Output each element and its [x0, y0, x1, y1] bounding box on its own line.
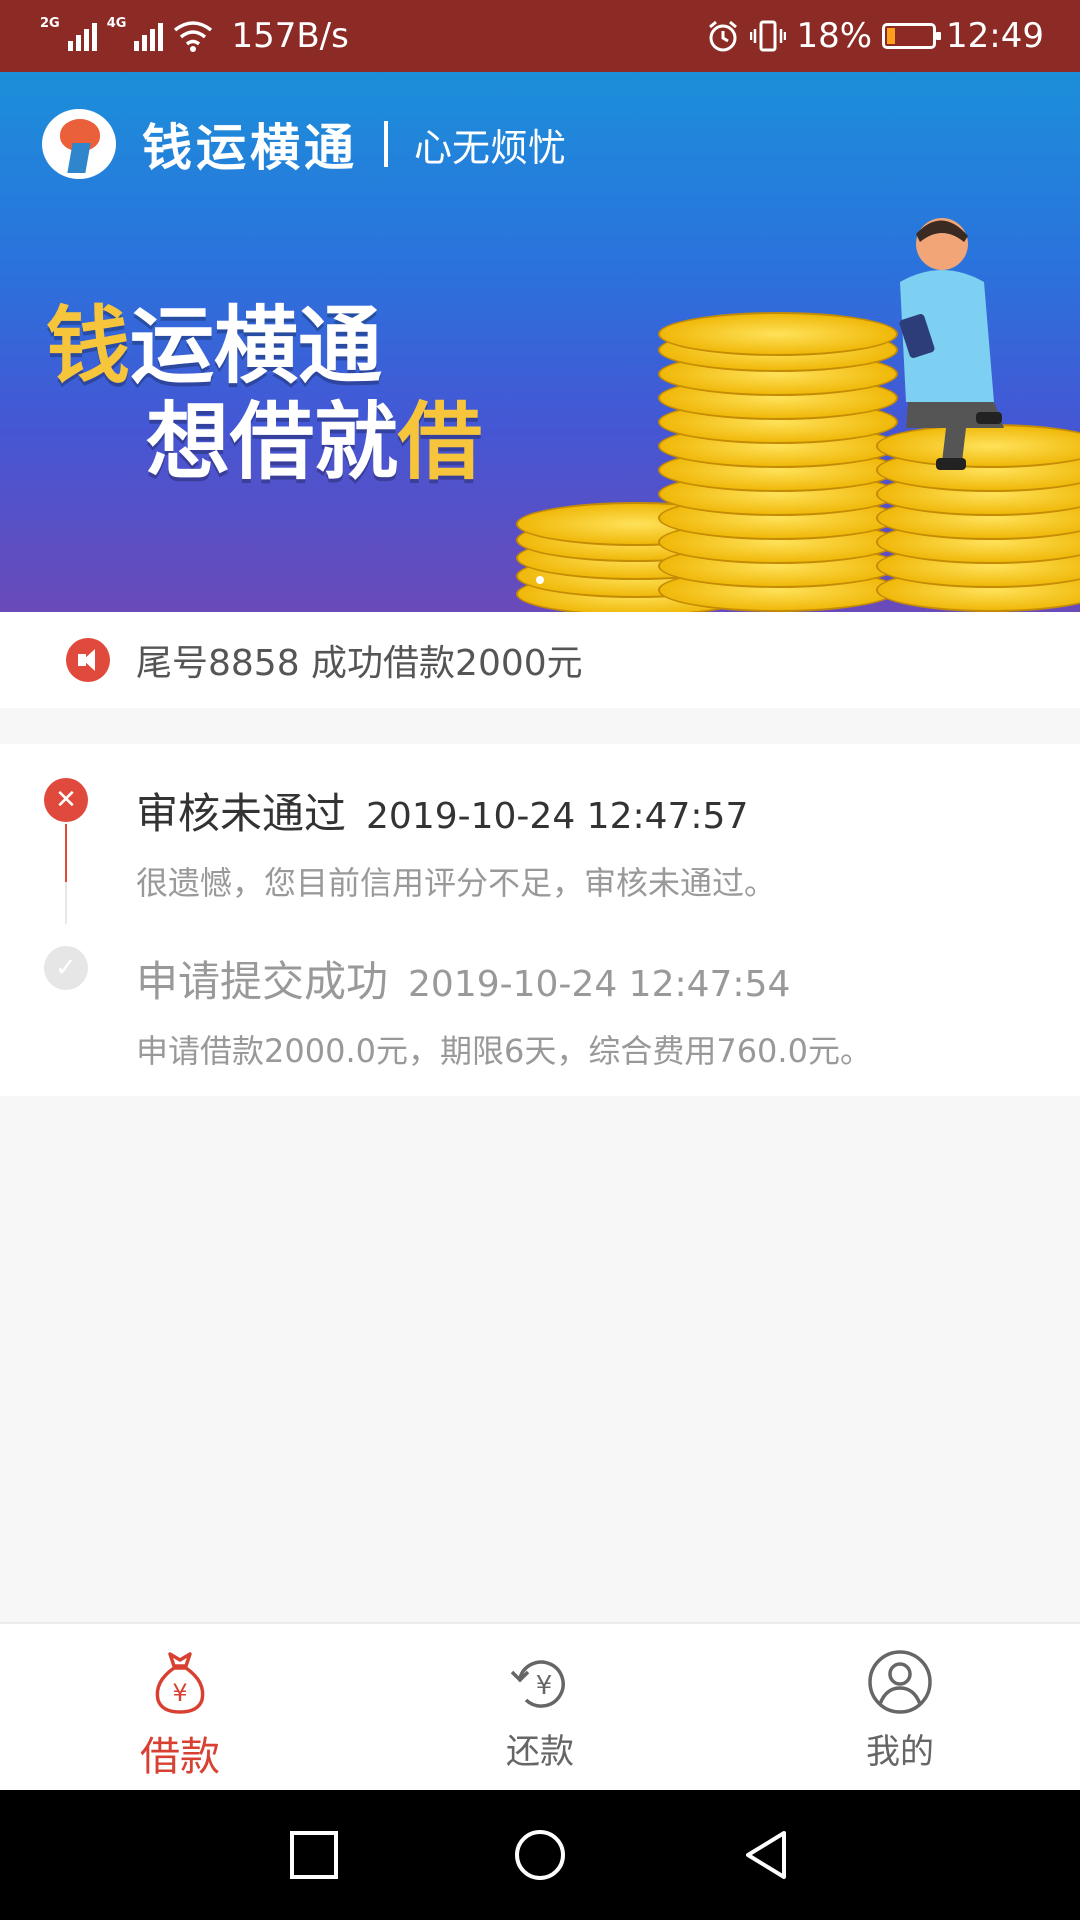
home-button[interactable]: [512, 1827, 568, 1883]
carousel-indicator[interactable]: [536, 576, 544, 584]
notice-bar[interactable]: 尾号8858 成功借款2000元: [0, 612, 1080, 708]
banner-headline: 钱运横通 想借就借: [46, 298, 482, 490]
timeline-title-row: 审核未通过 2019-10-24 12:47:57: [136, 780, 748, 841]
timeline-desc: 申请借款2000.0元，期限6天，综合费用760.0元。: [136, 1032, 872, 1070]
tab-label: 还款: [506, 1732, 574, 1772]
network-type-2: 4G: [106, 16, 127, 31]
headline-2b: 借: [398, 393, 483, 491]
application-timeline: ✕ 审核未通过 2019-10-24 12:47:57 很遗憾，您目前信用评分不…: [0, 744, 1080, 1096]
wifi-icon: [174, 21, 213, 52]
close-icon: ✕: [44, 778, 88, 822]
back-button[interactable]: [738, 1827, 794, 1883]
coin-stack-middle: [658, 312, 898, 612]
status-right: 18% 12:49: [706, 16, 1044, 56]
timeline-time: 2019-10-24 12:47:54: [408, 964, 791, 1005]
promo-banner[interactable]: 钱运横通 心无烦忧 钱运横通 想借就借: [0, 72, 1080, 612]
notice-text: 尾号8858 成功借款2000元: [136, 643, 583, 684]
person-illustration: [899, 218, 1004, 470]
tab-borrow[interactable]: ¥ 借款: [0, 1624, 360, 1790]
timeline-line: [65, 882, 67, 924]
vibrate-icon: [750, 20, 787, 52]
timeline-desc: 很遗憾，您目前信用评分不足，审核未通过。: [136, 864, 777, 902]
brand-header: 钱运横通 心无烦忧: [42, 108, 566, 180]
timeline-line-active: [65, 824, 67, 882]
profile-icon: [868, 1650, 932, 1714]
svg-text:¥: ¥: [536, 1671, 553, 1701]
timeline-title: 审核未通过: [136, 789, 347, 838]
brand-name: 钱运横通: [142, 119, 358, 177]
speaker-icon: [66, 638, 110, 682]
battery-icon: [882, 23, 942, 49]
clock: 12:49: [946, 16, 1044, 56]
signal-icon-2: [134, 21, 164, 51]
status-left: 2G 4G 157B/s: [40, 16, 349, 56]
headline-2a: 想借就: [146, 393, 399, 491]
brand-divider: [384, 121, 388, 167]
alarm-icon: [709, 20, 738, 52]
brand-slogan: 心无烦忧: [414, 125, 567, 170]
timeline-title: 申请提交成功: [136, 957, 389, 1006]
svg-text:¥: ¥: [172, 1679, 187, 1707]
status-bar: 2G 4G 157B/s 18% 12:49: [0, 0, 1080, 72]
tab-label: 我的: [866, 1732, 934, 1772]
tab-label: 借款: [140, 1734, 220, 1780]
battery-percent: 18%: [796, 16, 873, 56]
network-type-1: 2G: [40, 16, 60, 31]
system-nav-bar: [0, 1790, 1080, 1920]
signal-icon: [67, 21, 97, 51]
network-speed: 157B/s: [231, 16, 349, 56]
bottom-tab-bar: ¥ 借款 ¥ 还款 我的: [0, 1622, 1080, 1790]
repay-icon: ¥: [510, 1660, 565, 1708]
headline-1b: 运横通: [130, 297, 383, 395]
recent-apps-button[interactable]: [286, 1827, 342, 1883]
timeline-title-row: 申请提交成功 2019-10-24 12:47:54: [136, 948, 790, 1009]
tab-repay[interactable]: ¥ 还款: [360, 1624, 720, 1790]
battery-level: [887, 28, 896, 44]
money-bag-icon: ¥: [155, 1652, 205, 1714]
check-icon: ✓: [44, 946, 88, 990]
headline-1a: 钱: [46, 297, 131, 395]
tab-mine[interactable]: 我的: [720, 1624, 1080, 1790]
timeline-time: 2019-10-24 12:47:57: [366, 796, 749, 837]
app-logo: [42, 109, 116, 179]
